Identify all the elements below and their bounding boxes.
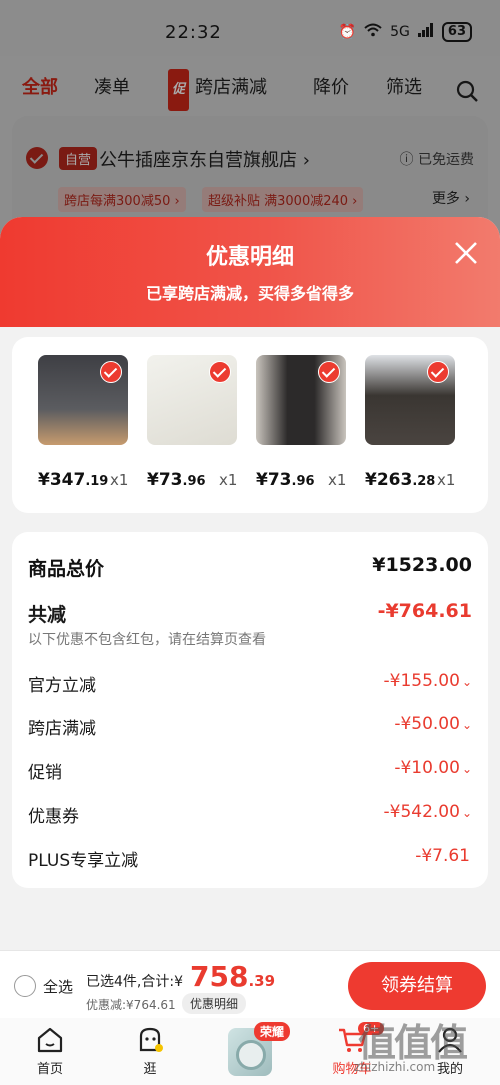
product-qty: x1 <box>110 471 129 489</box>
nav-me[interactable]: 我的 <box>420 1026 480 1077</box>
product-selected-icon <box>209 361 231 383</box>
discount-detail-button[interactable]: 优惠明细 <box>182 993 247 1014</box>
product-price: ¥263.28 <box>365 470 436 490</box>
network-label: 5G <box>390 24 410 40</box>
tab-price-drop[interactable]: 降价 <box>313 68 349 108</box>
tab-filter[interactable]: 筛选 <box>386 68 422 108</box>
product-selected-icon <box>318 361 340 383</box>
tab-all[interactable]: 全部 <box>22 68 58 108</box>
product-qty: x1 <box>437 471 456 489</box>
total-amount: 758.39 <box>190 960 276 993</box>
user-icon <box>438 1027 462 1053</box>
close-icon[interactable] <box>452 239 480 267</box>
product-image <box>365 355 455 445</box>
battery-indicator: 63 <box>441 22 472 42</box>
product-image <box>256 355 346 445</box>
cart-count-badge: 6+ <box>358 1022 385 1035</box>
store-name[interactable]: 公牛插座京东自营旗舰店 › <box>99 146 310 172</box>
tab-bundle[interactable]: 凑单 <box>94 68 130 108</box>
chevron-down-icon: ⌄ <box>461 806 472 820</box>
product-selected-icon <box>100 361 122 383</box>
promo-tag-cross-store[interactable]: 跨店每满300减50 › <box>58 187 186 212</box>
product-item[interactable]: ¥73.96 x1 <box>256 355 356 490</box>
more-promos-link[interactable]: 更多 › <box>432 188 470 208</box>
select-all-radio[interactable] <box>14 975 36 997</box>
saved-amount: 优惠减:¥764.61 <box>86 998 176 1012</box>
product-qty: x1 <box>328 471 347 489</box>
sheet-subtitle: 已享跨店满减，买得多省得多 <box>145 284 354 303</box>
chevron-down-icon: ⌄ <box>461 675 472 689</box>
sheet-header: 优惠明细 已享跨店满减，买得多省得多 <box>0 217 500 327</box>
product-item[interactable]: ¥73.96 x1 <box>147 355 247 490</box>
search-icon[interactable] <box>456 80 478 102</box>
selected-summary: 已选4件,合计:¥ <box>86 974 183 990</box>
tab-cross-store[interactable]: 促跨店满减 <box>168 68 268 111</box>
bottom-navigation: 首页 逛 荣耀 购物车 6+ 我的 <box>0 1018 500 1085</box>
select-all-label[interactable]: 全选 <box>43 976 73 997</box>
product-price: ¥73.96 <box>256 470 315 490</box>
signal-icon <box>417 23 434 41</box>
home-icon <box>37 1027 63 1053</box>
checkout-button[interactable]: 领券结算 <box>348 962 486 1010</box>
mascot-icon <box>139 1027 163 1052</box>
price-summary: 商品总价 ¥1523.00 共减 -¥764.61 以下优惠不包含红包，请在结算… <box>12 532 488 888</box>
honor-badge: 荣耀 <box>254 1022 291 1041</box>
status-time: 22:32 <box>165 22 222 43</box>
product-image <box>38 355 128 445</box>
tab-cross-store-label: 跨店满减 <box>195 77 268 98</box>
product-image <box>147 355 237 445</box>
product-price: ¥73.96 <box>147 470 206 490</box>
product-item[interactable]: ¥263.28 x1 <box>365 355 465 490</box>
product-selected-icon <box>427 361 449 383</box>
chevron-down-icon: ⌄ <box>461 762 472 776</box>
nav-home[interactable]: 首页 <box>20 1026 80 1077</box>
product-strip: ¥347.19 x1 ¥73.96 x1 ¥73.96 x1 ¥263.28 x… <box>12 337 488 513</box>
discount-note: 以下优惠不包含红包，请在结算页查看 <box>28 632 266 648</box>
product-item[interactable]: ¥347.19 x1 <box>38 355 138 490</box>
nav-browse[interactable]: 逛 <box>120 1026 180 1077</box>
checkout-bar: 全选 已选4件,合计:¥ 758.39 优惠减:¥764.61 优惠明细 领券结… <box>0 950 500 1018</box>
product-price: ¥347.19 <box>38 470 109 490</box>
store-checkbox[interactable] <box>26 147 48 169</box>
self-operated-tag: 自营 <box>59 147 98 170</box>
system-icons: ⏰ 5G 63 <box>339 22 472 42</box>
cart-tabs: 全部 凑单 促跨店满减 降价 筛选 <box>0 68 500 111</box>
product-qty: x1 <box>219 471 238 489</box>
chevron-down-icon: ⌄ <box>461 718 472 732</box>
wifi-icon <box>364 23 382 41</box>
promo-badge: 促 <box>168 69 190 111</box>
sheet-title: 优惠明细 <box>205 245 294 270</box>
free-shipping-label: ⓘ 已免运费 <box>399 152 474 168</box>
alarm-icon: ⏰ <box>338 24 357 40</box>
promo-tag-subsidy[interactable]: 超级补贴 满3000减240 › <box>202 187 364 212</box>
status-bar: 22:32 ⏰ 5G 63 <box>0 0 500 56</box>
